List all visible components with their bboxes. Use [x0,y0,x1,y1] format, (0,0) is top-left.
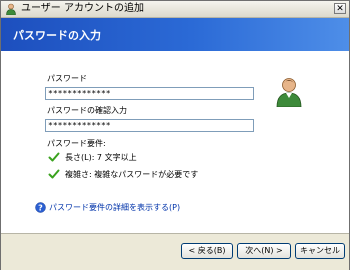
cancel-button[interactable]: キャンセル [295,243,345,259]
password-field[interactable]: ************* [45,87,254,100]
check-icon [48,169,60,179]
content-panel: パスワード ************* パスワードの確認入力 *********… [1,51,349,233]
confirm-password-field[interactable]: ************* [45,119,254,132]
help-icon: ? [35,202,46,213]
check-icon [48,152,60,162]
dialog-window: ユーザー アカウントの追加 ✕ パスワードの入力 パスワード *********… [0,0,350,270]
wizard-footer: < 戻る(B) 次へ(N) > キャンセル [1,233,349,270]
title-bar[interactable]: ユーザー アカウントの追加 ✕ [1,1,349,18]
confirm-password-label: パスワードの確認入力 [47,106,127,115]
requirements-title: パスワード要件: [47,139,106,148]
close-button[interactable]: ✕ [334,3,346,14]
wizard-header: パスワードの入力 [1,18,349,51]
svg-text:?: ? [38,203,43,212]
requirement-length: 長さ(L): 7 文字以上 [65,153,137,162]
user-avatar-icon [276,78,302,107]
user-accounts-icon [6,3,16,15]
window-title: ユーザー アカウントの追加 [21,3,144,14]
back-button[interactable]: < 戻る(B) [181,243,233,259]
requirement-complexity: 複雑さ: 複雑なパスワードが必要です [65,170,199,179]
password-requirements-link[interactable]: パスワード要件の詳細を表示する(P) [49,203,180,213]
next-button[interactable]: 次へ(N) > [237,243,291,259]
password-label: パスワード [47,74,87,83]
page-title: パスワードの入力 [13,29,101,42]
